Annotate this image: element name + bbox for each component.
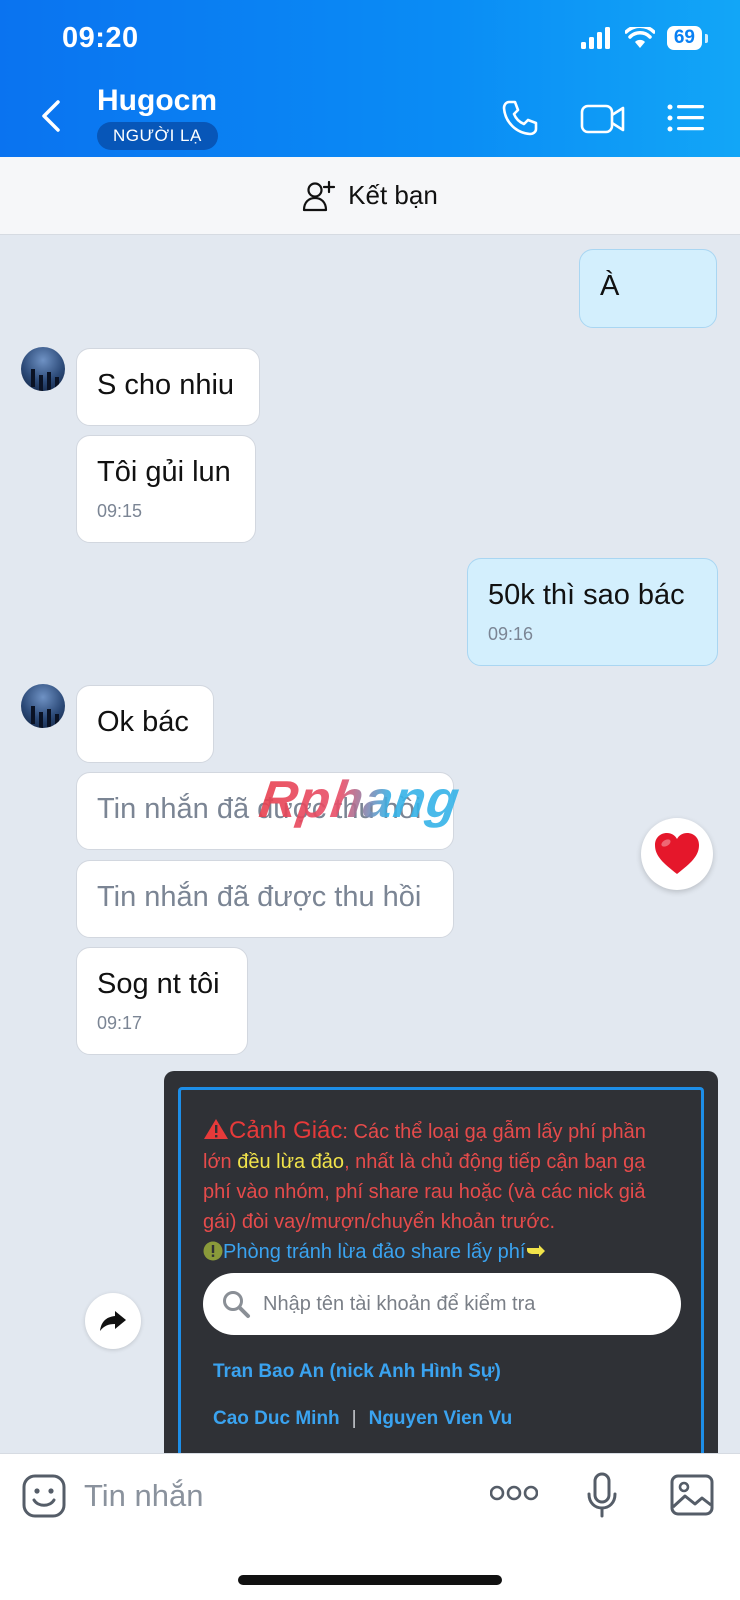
message-time: 09:16 bbox=[488, 624, 534, 644]
battery-indicator: 69 bbox=[666, 26, 709, 50]
scammer-link[interactable]: Nguyen Vien Vu bbox=[369, 1408, 513, 1429]
scammer-link[interactable]: Cao Duc Minh bbox=[213, 1408, 340, 1429]
warning-text: Cảnh Giác: Các thể loại gạ gẫm lấy phí p… bbox=[203, 1116, 677, 1237]
react-heart-button[interactable] bbox=[641, 818, 713, 890]
phone-call-icon[interactable] bbox=[500, 98, 540, 138]
account-check-search[interactable]: Nhập tên tài khoản để kiểm tra bbox=[203, 1273, 681, 1335]
message-text: À bbox=[600, 270, 620, 302]
message-text: 50k thì sao bác bbox=[488, 579, 685, 611]
prevention-line: Phòng tránh lừa đảo share lấy phí bbox=[203, 1237, 677, 1267]
exclamation-circle-icon bbox=[203, 1241, 223, 1261]
add-friend-button[interactable]: Kết bạn bbox=[0, 157, 740, 235]
message-bubble-received[interactable]: Tôi gủi lun 09:15 bbox=[76, 435, 256, 543]
message-composer: Tin nhắn bbox=[0, 1453, 740, 1600]
contact-avatar[interactable] bbox=[21, 684, 65, 728]
message-text: Tôi gủi lun bbox=[97, 456, 231, 488]
message-bubble-sent[interactable]: 50k thì sao bác 09:16 bbox=[467, 558, 718, 666]
status-time: 09:20 bbox=[62, 22, 139, 54]
chat-header: 09:20 69 Hugocm NGƯỜI LẠ bbox=[0, 0, 740, 157]
message-time: 09:15 bbox=[97, 501, 143, 521]
heart-icon bbox=[655, 833, 699, 874]
scammer-links-row: Cao Duc Minh | Nguyen Vien Vu bbox=[213, 1408, 512, 1430]
search-icon bbox=[223, 1291, 250, 1318]
status-icons: 69 bbox=[580, 26, 709, 50]
contact-name[interactable]: Hugocm bbox=[97, 84, 217, 118]
menu-list-icon[interactable] bbox=[666, 98, 706, 138]
scammer-link[interactable]: Tran Bao An (nick Anh Hình Sự) bbox=[213, 1361, 501, 1382]
more-options-icon[interactable] bbox=[490, 1484, 538, 1502]
prevention-text: Phòng tránh lừa đảo share lấy phí bbox=[223, 1241, 526, 1263]
message-text: Sog nt tôi bbox=[97, 968, 220, 1000]
warning-card[interactable]: Cảnh Giác: Các thể loại gạ gẫm lấy phí p… bbox=[164, 1071, 718, 1487]
back-icon[interactable] bbox=[34, 96, 68, 136]
message-bubble-received[interactable]: Ok bác bbox=[76, 685, 214, 763]
warning-card-frame: Cảnh Giác: Các thể loại gạ gẫm lấy phí p… bbox=[178, 1087, 704, 1487]
wifi-icon bbox=[624, 27, 655, 48]
image-gallery-icon[interactable] bbox=[670, 1474, 714, 1516]
message-bubble-received[interactable]: S cho nhiu bbox=[76, 348, 260, 426]
signal-icon bbox=[580, 27, 610, 49]
recalled-message-text: Tin nhắn đã được thu hồi bbox=[97, 881, 422, 913]
sticker-emoji-icon[interactable] bbox=[22, 1474, 66, 1518]
link-separator: | bbox=[351, 1408, 357, 1429]
pointing-hand-icon bbox=[527, 1245, 546, 1257]
message-bubble-received[interactable]: Sog nt tôi 09:17 bbox=[76, 947, 248, 1055]
message-text: Ok bác bbox=[97, 706, 189, 738]
watermark-logo: Rphang bbox=[255, 771, 464, 829]
message-bubble-sent[interactable]: À bbox=[579, 249, 717, 328]
home-indicator bbox=[238, 1575, 502, 1585]
warning-highlight: đều lừa đảo bbox=[237, 1151, 345, 1173]
warning-triangle-icon bbox=[204, 1119, 228, 1139]
message-text: S cho nhiu bbox=[97, 369, 235, 401]
message-input[interactable]: Tin nhắn bbox=[84, 1478, 204, 1514]
forward-arrow-icon bbox=[100, 1311, 126, 1331]
stranger-badge: NGƯỜI LẠ bbox=[97, 122, 218, 150]
warning-title: Cảnh Giác bbox=[229, 1117, 343, 1144]
add-friend-icon bbox=[303, 180, 336, 211]
forward-share-button[interactable] bbox=[85, 1293, 141, 1349]
video-call-icon[interactable] bbox=[580, 98, 626, 138]
message-time: 09:17 bbox=[97, 1013, 143, 1033]
contact-avatar[interactable] bbox=[21, 347, 65, 391]
microphone-icon[interactable] bbox=[585, 1472, 619, 1520]
add-friend-label: Kết bạn bbox=[348, 180, 438, 210]
scammer-links-row: Tran Bao An (nick Anh Hình Sự) bbox=[213, 1361, 501, 1383]
search-placeholder: Nhập tên tài khoản để kiểm tra bbox=[263, 1292, 536, 1315]
recalled-message-bubble[interactable]: Tin nhắn đã được thu hồi bbox=[76, 860, 454, 938]
